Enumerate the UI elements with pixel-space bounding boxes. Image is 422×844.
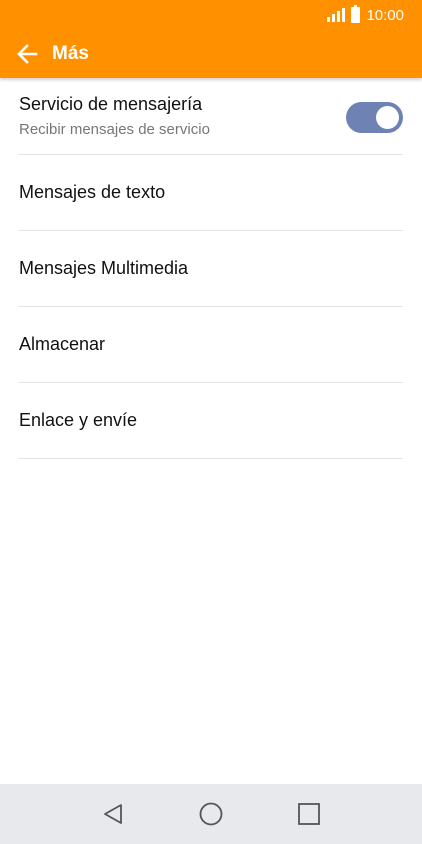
back-button[interactable] (14, 41, 40, 67)
square-recents-icon (298, 803, 320, 825)
status-bar: 10:00 (0, 0, 422, 30)
nav-home-button[interactable] (191, 794, 231, 834)
page-title: Más (52, 43, 89, 64)
service-messaging-title: Servicio de mensajería (19, 94, 203, 114)
service-messaging-subtitle: Recibir mensajes de servicio (19, 121, 210, 138)
list-item-storage[interactable]: Almacenar (19, 307, 403, 383)
toggle-knob (376, 106, 399, 129)
circle-home-icon (199, 802, 223, 826)
navigation-bar (0, 784, 422, 844)
service-messaging-toggle[interactable] (346, 102, 403, 133)
app-bar: Más (0, 30, 422, 78)
list-item-label: Almacenar (19, 334, 106, 354)
service-messaging-row[interactable]: Servicio de mensajería Recibir mensajes … (19, 78, 403, 155)
signal-icon (327, 8, 346, 22)
status-time: 10:00 (366, 6, 404, 24)
settings-list: Servicio de mensajería Recibir mensajes … (0, 78, 422, 459)
list-item-link-and-send[interactable]: Enlace y envíe (19, 383, 403, 459)
list-item-text-messages[interactable]: Mensajes de texto (19, 155, 403, 231)
list-item-multimedia-messages[interactable]: Mensajes Multimedia (19, 231, 403, 307)
list-item-label: Enlace y envíe (19, 410, 138, 430)
nav-recents-button[interactable] (289, 794, 329, 834)
arrow-left-icon (17, 44, 38, 64)
nav-back-button[interactable] (93, 794, 133, 834)
list-item-label: Mensajes Multimedia (19, 258, 189, 278)
list-item-label: Mensajes de texto (19, 182, 166, 202)
battery-icon (351, 5, 361, 23)
triangle-back-icon (104, 804, 122, 824)
